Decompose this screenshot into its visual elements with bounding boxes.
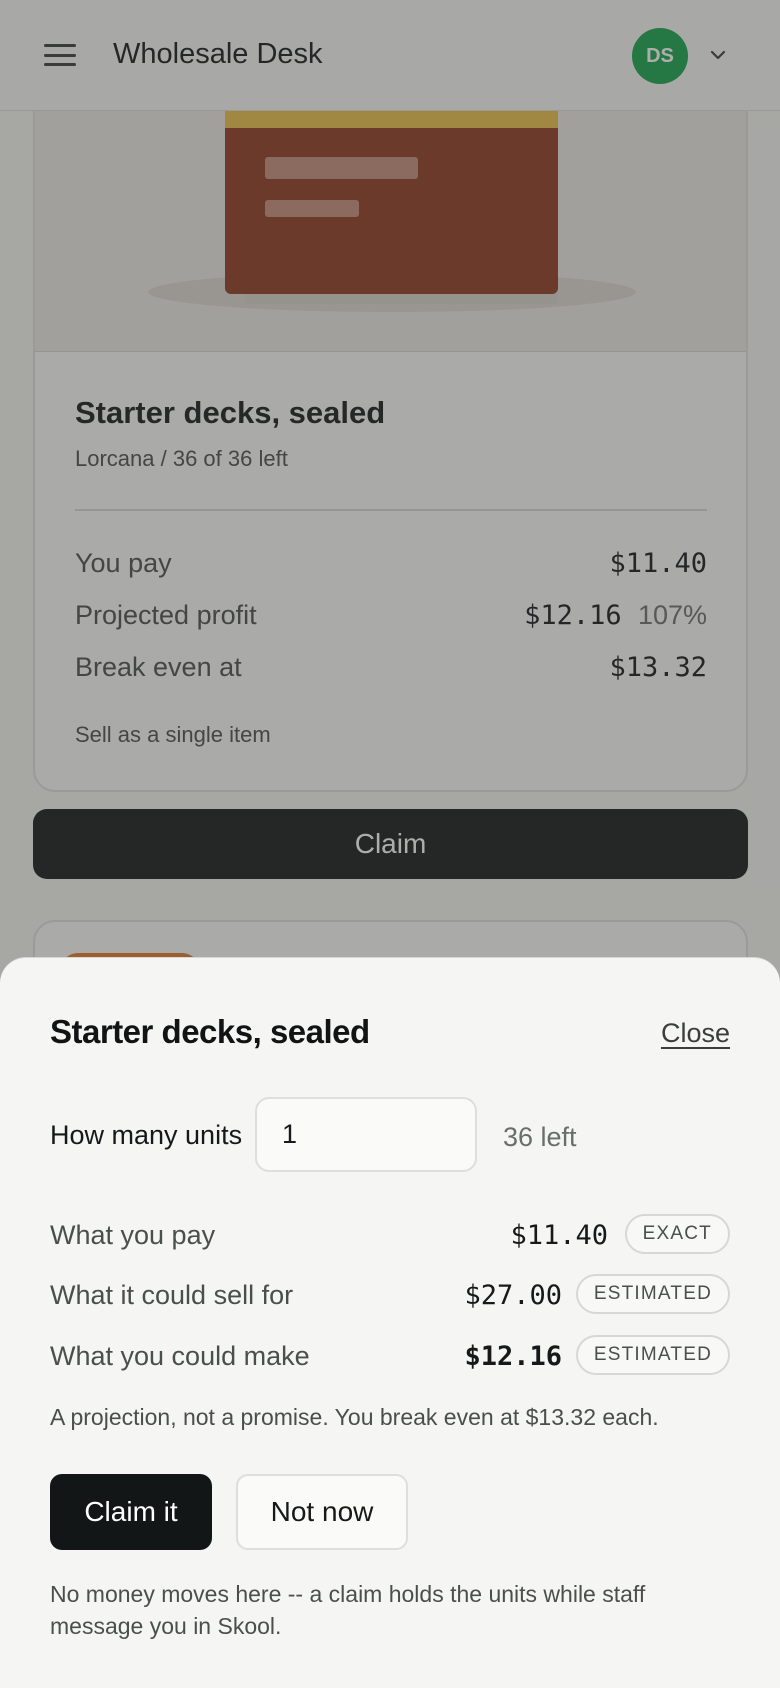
exact-badge: EXACT bbox=[624, 1214, 730, 1254]
sheet-title: Starter decks, sealed bbox=[50, 1013, 370, 1050]
row-amount: $12.16 bbox=[464, 1341, 562, 1372]
quantity-input[interactable] bbox=[255, 1097, 477, 1172]
could-sell-for-row: What it could sell for $27.00 ESTIMATED bbox=[50, 1274, 730, 1314]
claim-it-button[interactable]: Claim it bbox=[50, 1474, 212, 1550]
what-you-pay-row: What you pay $11.40 EXACT bbox=[50, 1214, 730, 1254]
footer-note: No money moves here -- a claim holds the… bbox=[50, 1581, 646, 1639]
row-label: What you could make bbox=[50, 1341, 310, 1371]
claim-sheet: Starter decks, sealed Close How many uni… bbox=[0, 957, 780, 1688]
could-make-row: What you could make $12.16 ESTIMATED bbox=[50, 1335, 730, 1375]
quantity-label: How many units bbox=[50, 1120, 243, 1150]
row-amount: $11.40 bbox=[510, 1220, 608, 1251]
row-label: What it could sell for bbox=[50, 1280, 294, 1310]
close-link[interactable]: Close bbox=[661, 1018, 730, 1049]
row-amount: $27.00 bbox=[464, 1280, 562, 1311]
units-left: 36 left bbox=[503, 1122, 577, 1152]
not-now-button[interactable]: Not now bbox=[236, 1474, 408, 1550]
row-label: What you pay bbox=[50, 1220, 216, 1250]
estimated-badge: ESTIMATED bbox=[575, 1274, 730, 1314]
estimated-badge: ESTIMATED bbox=[575, 1335, 730, 1375]
projection-note: A projection, not a promise. You break e… bbox=[50, 1404, 659, 1430]
